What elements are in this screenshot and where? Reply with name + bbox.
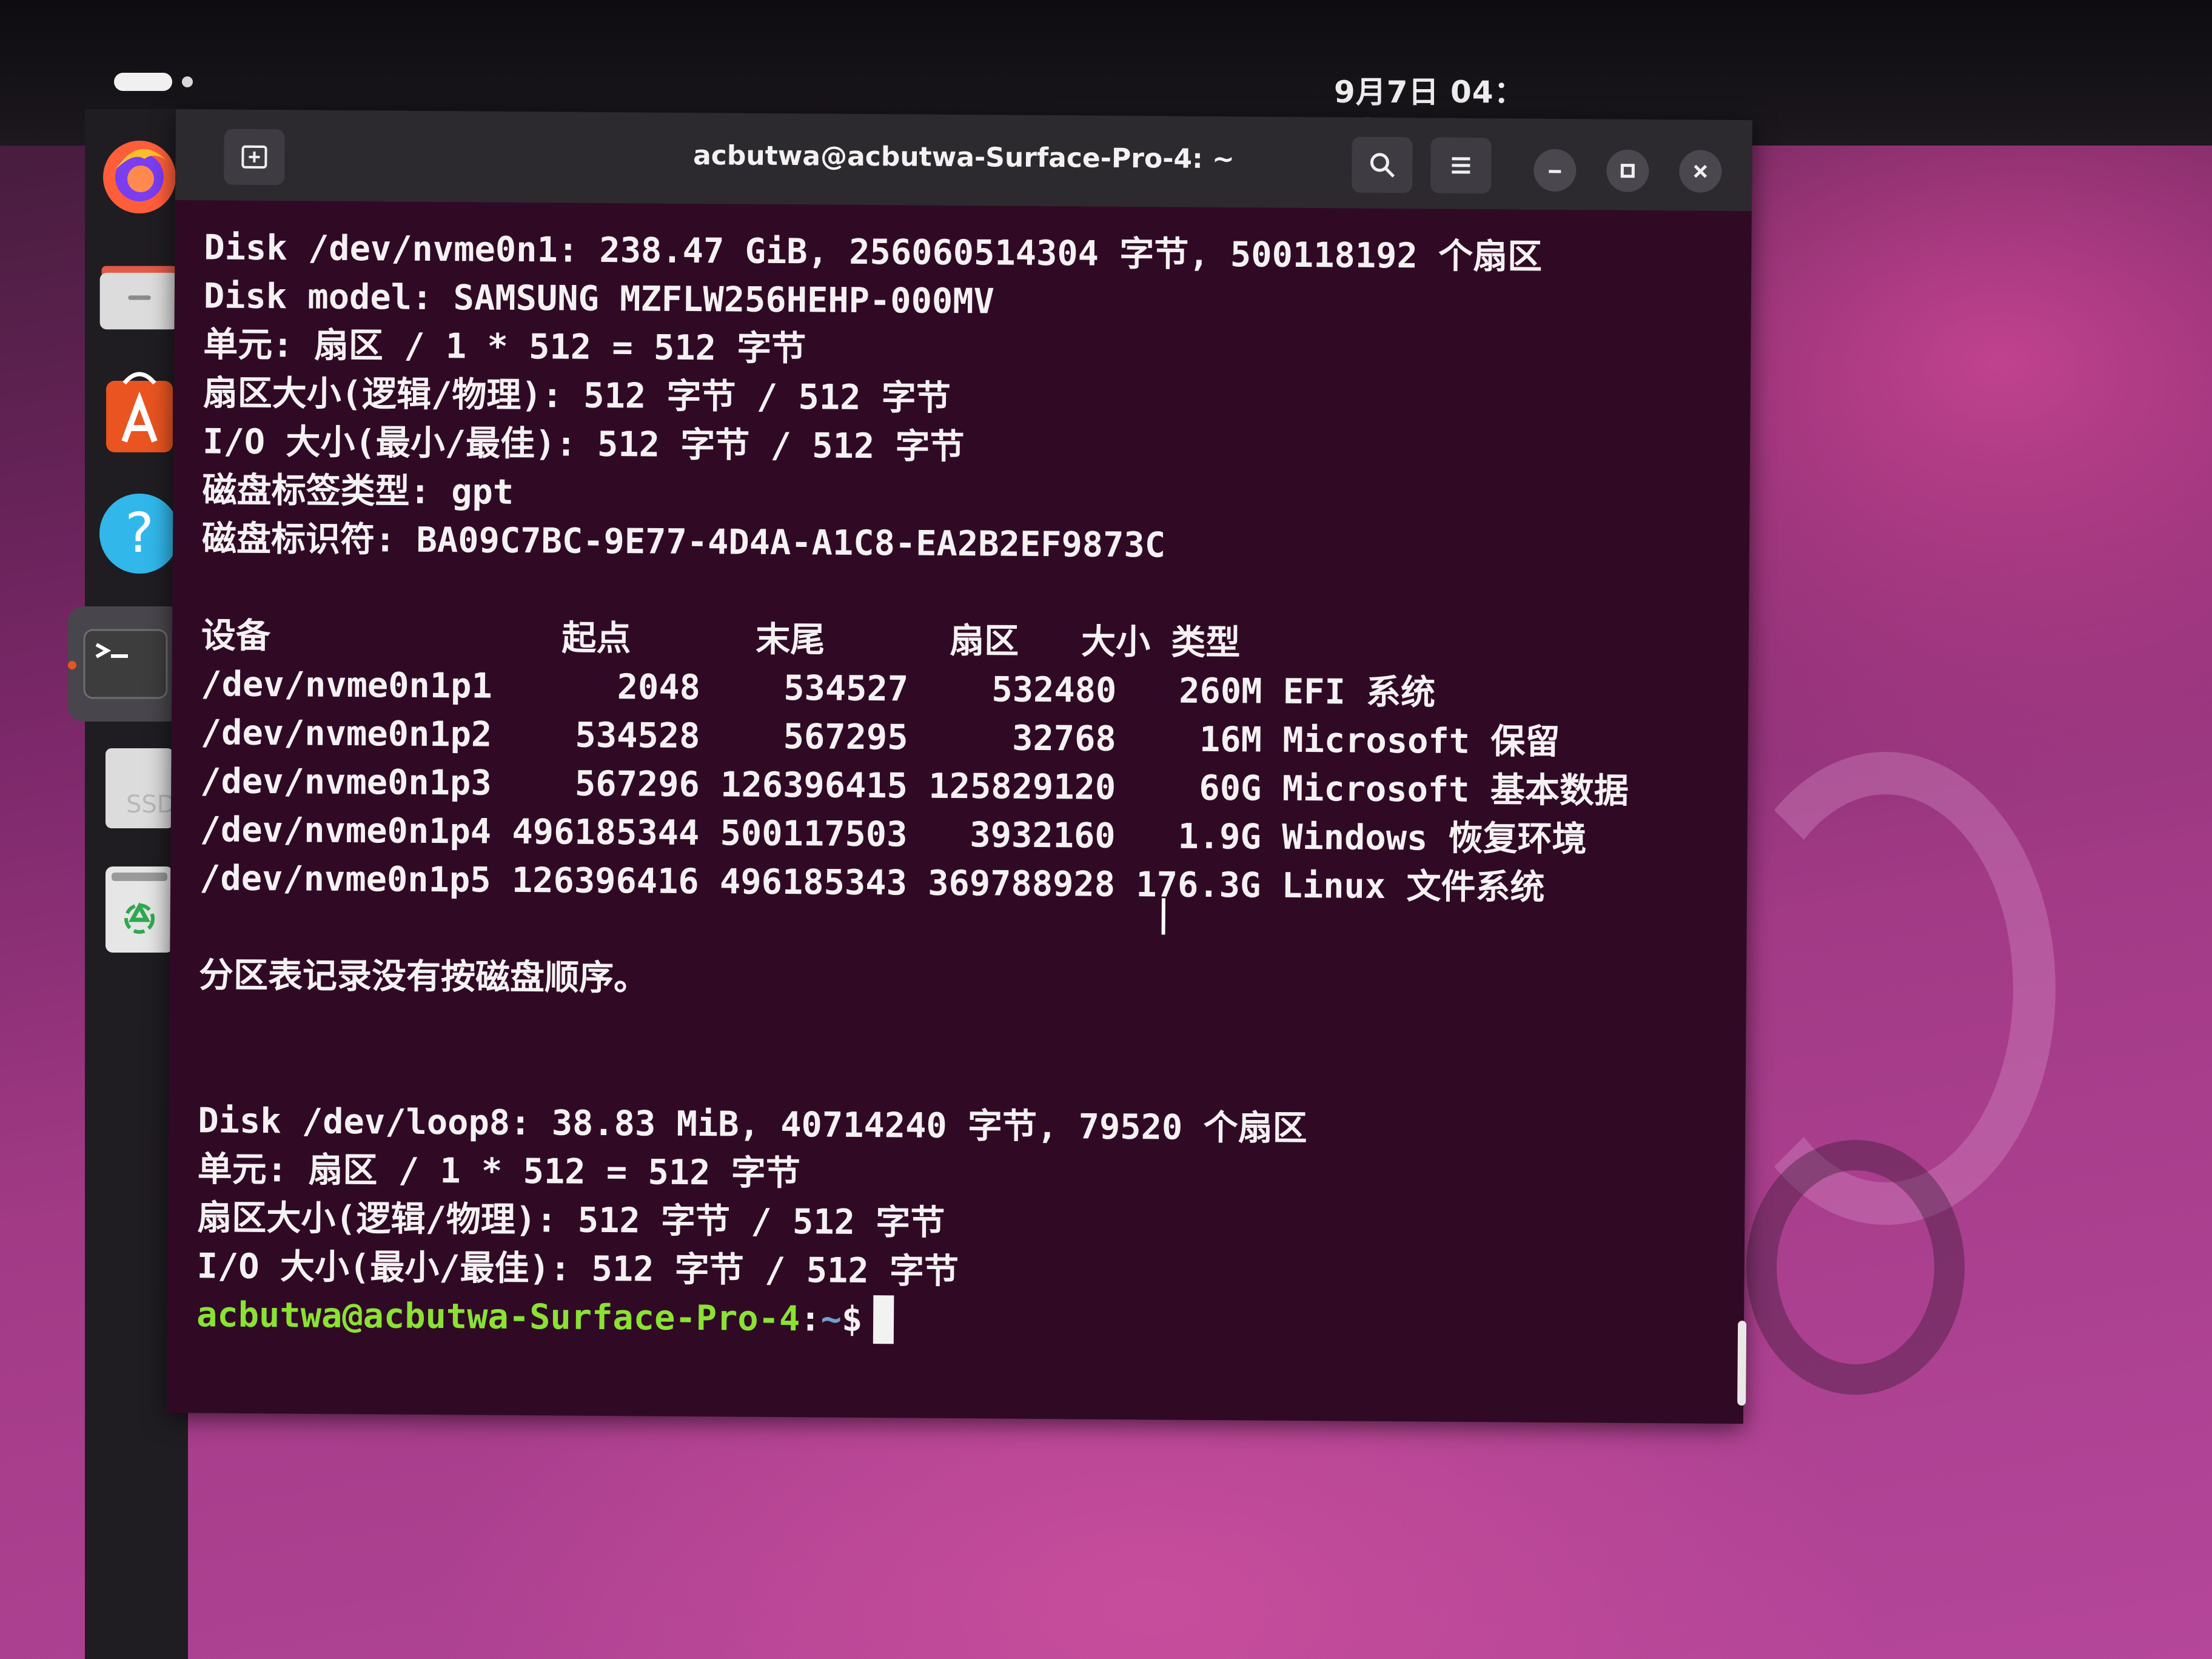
clock[interactable]: 9月7日 04：41 bbox=[1334, 68, 1564, 147]
dock-app-firefox[interactable] bbox=[97, 133, 182, 218]
new-tab-button[interactable] bbox=[224, 129, 285, 186]
window-title: acbutwa@acbutwa-Surface-Pro-4: ~ bbox=[692, 139, 1235, 175]
activities-indicator[interactable] bbox=[114, 73, 172, 91]
svg-text:?: ? bbox=[125, 501, 154, 565]
dock-app-files[interactable] bbox=[97, 255, 182, 340]
firefox-icon bbox=[103, 141, 176, 213]
output-line: 磁盘标签类型: gpt bbox=[202, 470, 514, 512]
close-button[interactable] bbox=[1679, 150, 1722, 193]
output-line: 扇区大小(逻辑/物理): 512 字节 / 512 字节 bbox=[203, 373, 951, 418]
partition-row: /dev/nvme0n1p2 534528 567295 32768 16M M… bbox=[200, 712, 1560, 762]
minimize-button[interactable] bbox=[1533, 149, 1577, 192]
output-line: 单元: 扇区 / 1 * 512 = 512 字节 bbox=[203, 324, 806, 369]
folder-icon bbox=[99, 266, 179, 330]
output-line: 磁盘标识符: BA09C7BC-9E77-4D4A-A1C8-EA2B2EF98… bbox=[201, 518, 1166, 566]
output-line: I/O 大小(最小/最佳): 512 字节 / 512 字节 bbox=[202, 421, 965, 468]
output-line: 单元: 扇区 / 1 * 512 = 512 字节 bbox=[197, 1149, 801, 1194]
wallpaper-ring-decoration-2 bbox=[1746, 1140, 1965, 1395]
output-line: Disk /dev/nvme0n1: 238.47 GiB, 256060514… bbox=[204, 227, 1543, 277]
output-line: 扇区大小(逻辑/物理): 512 字节 / 512 字节 bbox=[197, 1198, 945, 1243]
close-icon bbox=[1694, 164, 1708, 178]
minimize-icon bbox=[1549, 170, 1561, 173]
output-line: Disk /dev/loop8: 38.83 MiB, 40714240 字节,… bbox=[198, 1101, 1307, 1149]
maximize-icon bbox=[1620, 164, 1635, 178]
maximize-button[interactable] bbox=[1606, 149, 1649, 192]
prompt-user-host: acbutwa@acbutwa-Surface-Pro-4 bbox=[196, 1295, 800, 1339]
command-prompt[interactable]: acbutwa@acbutwa-Surface-Pro-4:~$ bbox=[196, 1290, 894, 1344]
search-icon bbox=[1370, 153, 1395, 178]
dock-app-software[interactable] bbox=[97, 370, 182, 455]
search-button[interactable] bbox=[1352, 136, 1413, 193]
prompt-path: ~ bbox=[820, 1299, 842, 1339]
output-line: 分区表记录没有按磁盘顺序。 bbox=[198, 955, 649, 999]
svg-text:SSD: SSD bbox=[126, 791, 176, 819]
mouse-ibeam-cursor bbox=[1161, 898, 1165, 935]
dock-app-ssd[interactable]: SSD bbox=[97, 746, 182, 831]
trash-icon bbox=[106, 866, 173, 953]
hamburger-menu-icon bbox=[1452, 157, 1470, 174]
text-cursor bbox=[873, 1295, 894, 1344]
terminal-header-bar: acbutwa@acbutwa-Surface-Pro-4: ~ bbox=[175, 109, 1752, 212]
scrollbar[interactable] bbox=[1737, 1321, 1747, 1406]
partition-table-header: 设备 起点 末尾 扇区 大小 类型 bbox=[201, 615, 1241, 663]
output-line: I/O 大小(最小/最佳): 512 字节 / 512 字节 bbox=[196, 1246, 959, 1292]
menu-button[interactable] bbox=[1430, 137, 1492, 194]
terminal-icon bbox=[83, 629, 168, 699]
disk-icon: SSD bbox=[106, 748, 176, 828]
prompt-separator: : bbox=[800, 1299, 821, 1339]
dock-app-trash[interactable] bbox=[97, 866, 182, 953]
help-icon: ? bbox=[99, 494, 179, 574]
workspace-dot[interactable] bbox=[182, 76, 193, 87]
partition-row: /dev/nvme0n1p5 126396416 496185343 36978… bbox=[199, 858, 1545, 908]
terminal-output[interactable]: Disk /dev/nvme0n1: 238.47 GiB, 256060514… bbox=[167, 200, 1728, 1424]
output-line: Disk model: SAMSUNG MZFLW256HEHP-000MV bbox=[203, 276, 995, 322]
partition-row: /dev/nvme0n1p1 2048 534527 532480 260M E… bbox=[201, 664, 1436, 713]
dock-app-help[interactable]: ? bbox=[97, 491, 182, 576]
dock-app-terminal[interactable] bbox=[68, 606, 183, 722]
terminal-window[interactable]: acbutwa@acbutwa-Surface-Pro-4: ~ Disk /d… bbox=[166, 109, 1752, 1424]
app-store-icon bbox=[106, 372, 173, 452]
running-indicator bbox=[68, 661, 76, 669]
prompt-symbol: $ bbox=[841, 1299, 863, 1339]
new-tab-icon bbox=[241, 145, 267, 169]
